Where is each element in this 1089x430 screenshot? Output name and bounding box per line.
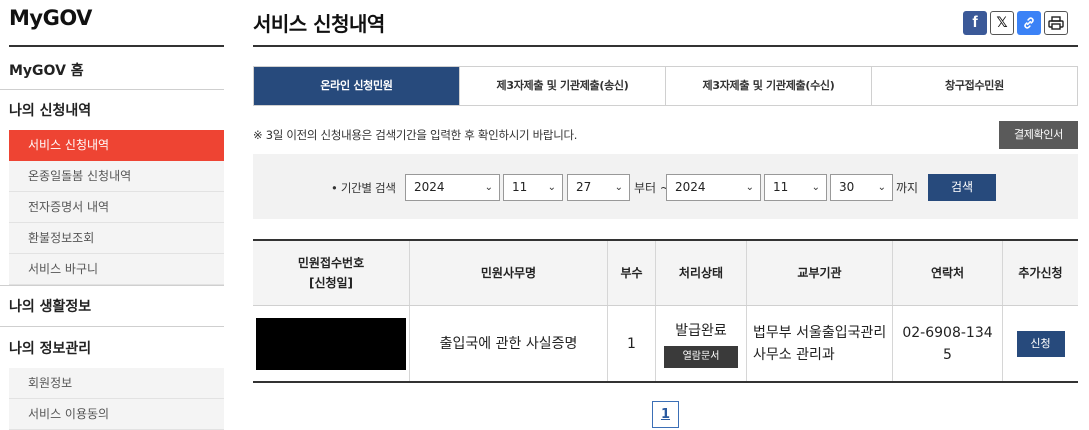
header-additional-apply: 추가신청: [1002, 241, 1078, 305]
tab-online-applications[interactable]: 온라인 신청민원: [254, 67, 459, 105]
status-cell: 발급완료 열람문서: [655, 306, 746, 381]
sidebar: MyGOV MyGOV 홈 나의 신청내역 서비스 신청내역 온종일돌봄 신청내…: [0, 0, 224, 430]
tab-third-party-received[interactable]: 제3자제출 및 기관제출(수신): [665, 67, 871, 105]
sidebar-item-member-info[interactable]: 회원정보: [9, 368, 224, 399]
sidebar-item-allday-care[interactable]: 온종일돌봄 신청내역: [9, 161, 224, 192]
start-year-value: 2024: [414, 180, 445, 194]
status-text: 발급완료: [675, 322, 727, 339]
view-document-button[interactable]: 열람문서: [664, 345, 738, 368]
end-year-value: 2024: [675, 180, 706, 194]
facebook-share-icon[interactable]: f: [963, 11, 987, 35]
start-month-value: 11: [512, 180, 528, 194]
service-name-cell: 출입국에 관한 사실증명: [409, 306, 607, 381]
brand-logo[interactable]: MyGOV: [9, 6, 92, 30]
receipt-number-cell: [253, 306, 409, 381]
to-text: 까지: [896, 181, 919, 195]
copies-cell: 1: [607, 306, 655, 381]
print-icon[interactable]: [1044, 11, 1068, 35]
link-icon: [1024, 17, 1034, 29]
sidebar-item-e-certificates[interactable]: 전자증명서 내역: [9, 192, 224, 223]
header-status: 처리상태: [655, 241, 746, 305]
sidebar-item-refund-info[interactable]: 환불정보조회: [9, 223, 224, 254]
end-month-value: 11: [773, 180, 789, 194]
phone-line: 5: [943, 346, 952, 363]
table-row: 출입국에 관한 사실증명 1 발급완료 열람문서 법무부 서울출입국관리 사무소…: [253, 306, 1078, 381]
sidebar-item-service-basket[interactable]: 서비스 바구니: [9, 254, 224, 285]
header-service-name: 민원사무명: [409, 241, 607, 305]
sidebar-section-applications[interactable]: 나의 신청내역: [9, 100, 91, 120]
agency-cell: 법무부 서울출입국관리 사무소 관리과: [746, 306, 892, 381]
chevron-down-icon: ⌄: [745, 182, 754, 193]
redacted-block: [256, 317, 406, 370]
tab-third-party-sent[interactable]: 제3자제출 및 기관제출(송신): [459, 67, 665, 105]
chevron-down-icon: ⌄: [877, 182, 886, 193]
end-year-select[interactable]: 2024 ⌄: [666, 174, 761, 201]
sidebar-divider: [0, 285, 224, 286]
apply-button[interactable]: 신청: [1016, 330, 1065, 357]
apply-cell: 신청: [1002, 306, 1078, 381]
header-copies: 부수: [607, 241, 655, 305]
payment-confirmation-button[interactable]: 결제확인서: [999, 121, 1078, 149]
start-month-select[interactable]: 11 ⌄: [503, 174, 563, 201]
search-notice: ※ 3일 이전의 신청내용은 검색기간을 입력한 후 확인하시기 바랍니다.: [253, 128, 578, 142]
start-day-value: 27: [576, 180, 592, 194]
end-day-select[interactable]: 30 ⌄: [830, 174, 893, 201]
header-apply-date-label: [신청일]: [308, 276, 354, 290]
start-year-select[interactable]: 2024 ⌄: [405, 174, 500, 201]
link-copy-icon[interactable]: [1017, 11, 1041, 35]
printer-icon: [1048, 16, 1064, 30]
pagination-page-1[interactable]: 1: [652, 401, 679, 428]
header-receipt-number: 민원접수번호 [신청일]: [253, 241, 409, 305]
header-issuing-agency: 교부기관: [746, 241, 892, 305]
sidebar-item-home[interactable]: MyGOV 홈: [9, 60, 84, 80]
search-button[interactable]: 검색: [928, 174, 996, 201]
tab-counter-applications[interactable]: 창구접수민원: [871, 67, 1077, 105]
start-day-select[interactable]: 27 ⌄: [567, 174, 630, 201]
sidebar-item-service-consent[interactable]: 서비스 이용동의: [9, 399, 224, 430]
table-header: 민원접수번호 [신청일] 민원사무명 부수 처리상태 교부기관 연락처 추가신청: [253, 241, 1078, 306]
header-receipt-number-label: 민원접수번호: [297, 256, 365, 270]
contact-cell: 02-6908-134 5: [892, 306, 1002, 381]
sidebar-divider: [0, 89, 224, 90]
sidebar-section-account[interactable]: 나의 정보관리: [9, 338, 91, 358]
period-search-label: • 기간별 검색: [331, 181, 396, 195]
phone-line: 02-6908-134: [902, 324, 993, 341]
tab-bar: 온라인 신청민원 제3자제출 및 기관제출(송신) 제3자제출 및 기관제출(수…: [253, 66, 1078, 106]
x-share-icon[interactable]: 𝕏: [990, 11, 1014, 35]
sidebar-section-life-info[interactable]: 나의 생활정보: [9, 296, 91, 316]
page-title: 서비스 신청내역: [253, 12, 385, 36]
sidebar-divider: [0, 326, 224, 327]
chevron-down-icon: ⌄: [547, 182, 556, 193]
end-month-select[interactable]: 11 ⌄: [764, 174, 827, 201]
agency-line: 법무부 서울출입국관리: [753, 324, 887, 341]
header-contact: 연락처: [892, 241, 1002, 305]
chevron-down-icon: ⌄: [811, 182, 820, 193]
applications-table: 민원접수번호 [신청일] 민원사무명 부수 처리상태 교부기관 연락처 추가신청…: [253, 239, 1078, 383]
brand-divider: [9, 45, 224, 47]
end-day-value: 30: [839, 180, 855, 194]
chevron-down-icon: ⌄: [484, 182, 493, 193]
chevron-down-icon: ⌄: [614, 182, 623, 193]
from-text: 부터 ~: [634, 181, 670, 195]
title-divider: [253, 45, 1078, 47]
sidebar-item-service-applications[interactable]: 서비스 신청내역: [9, 130, 224, 161]
agency-line: 사무소 관리과: [753, 346, 835, 363]
